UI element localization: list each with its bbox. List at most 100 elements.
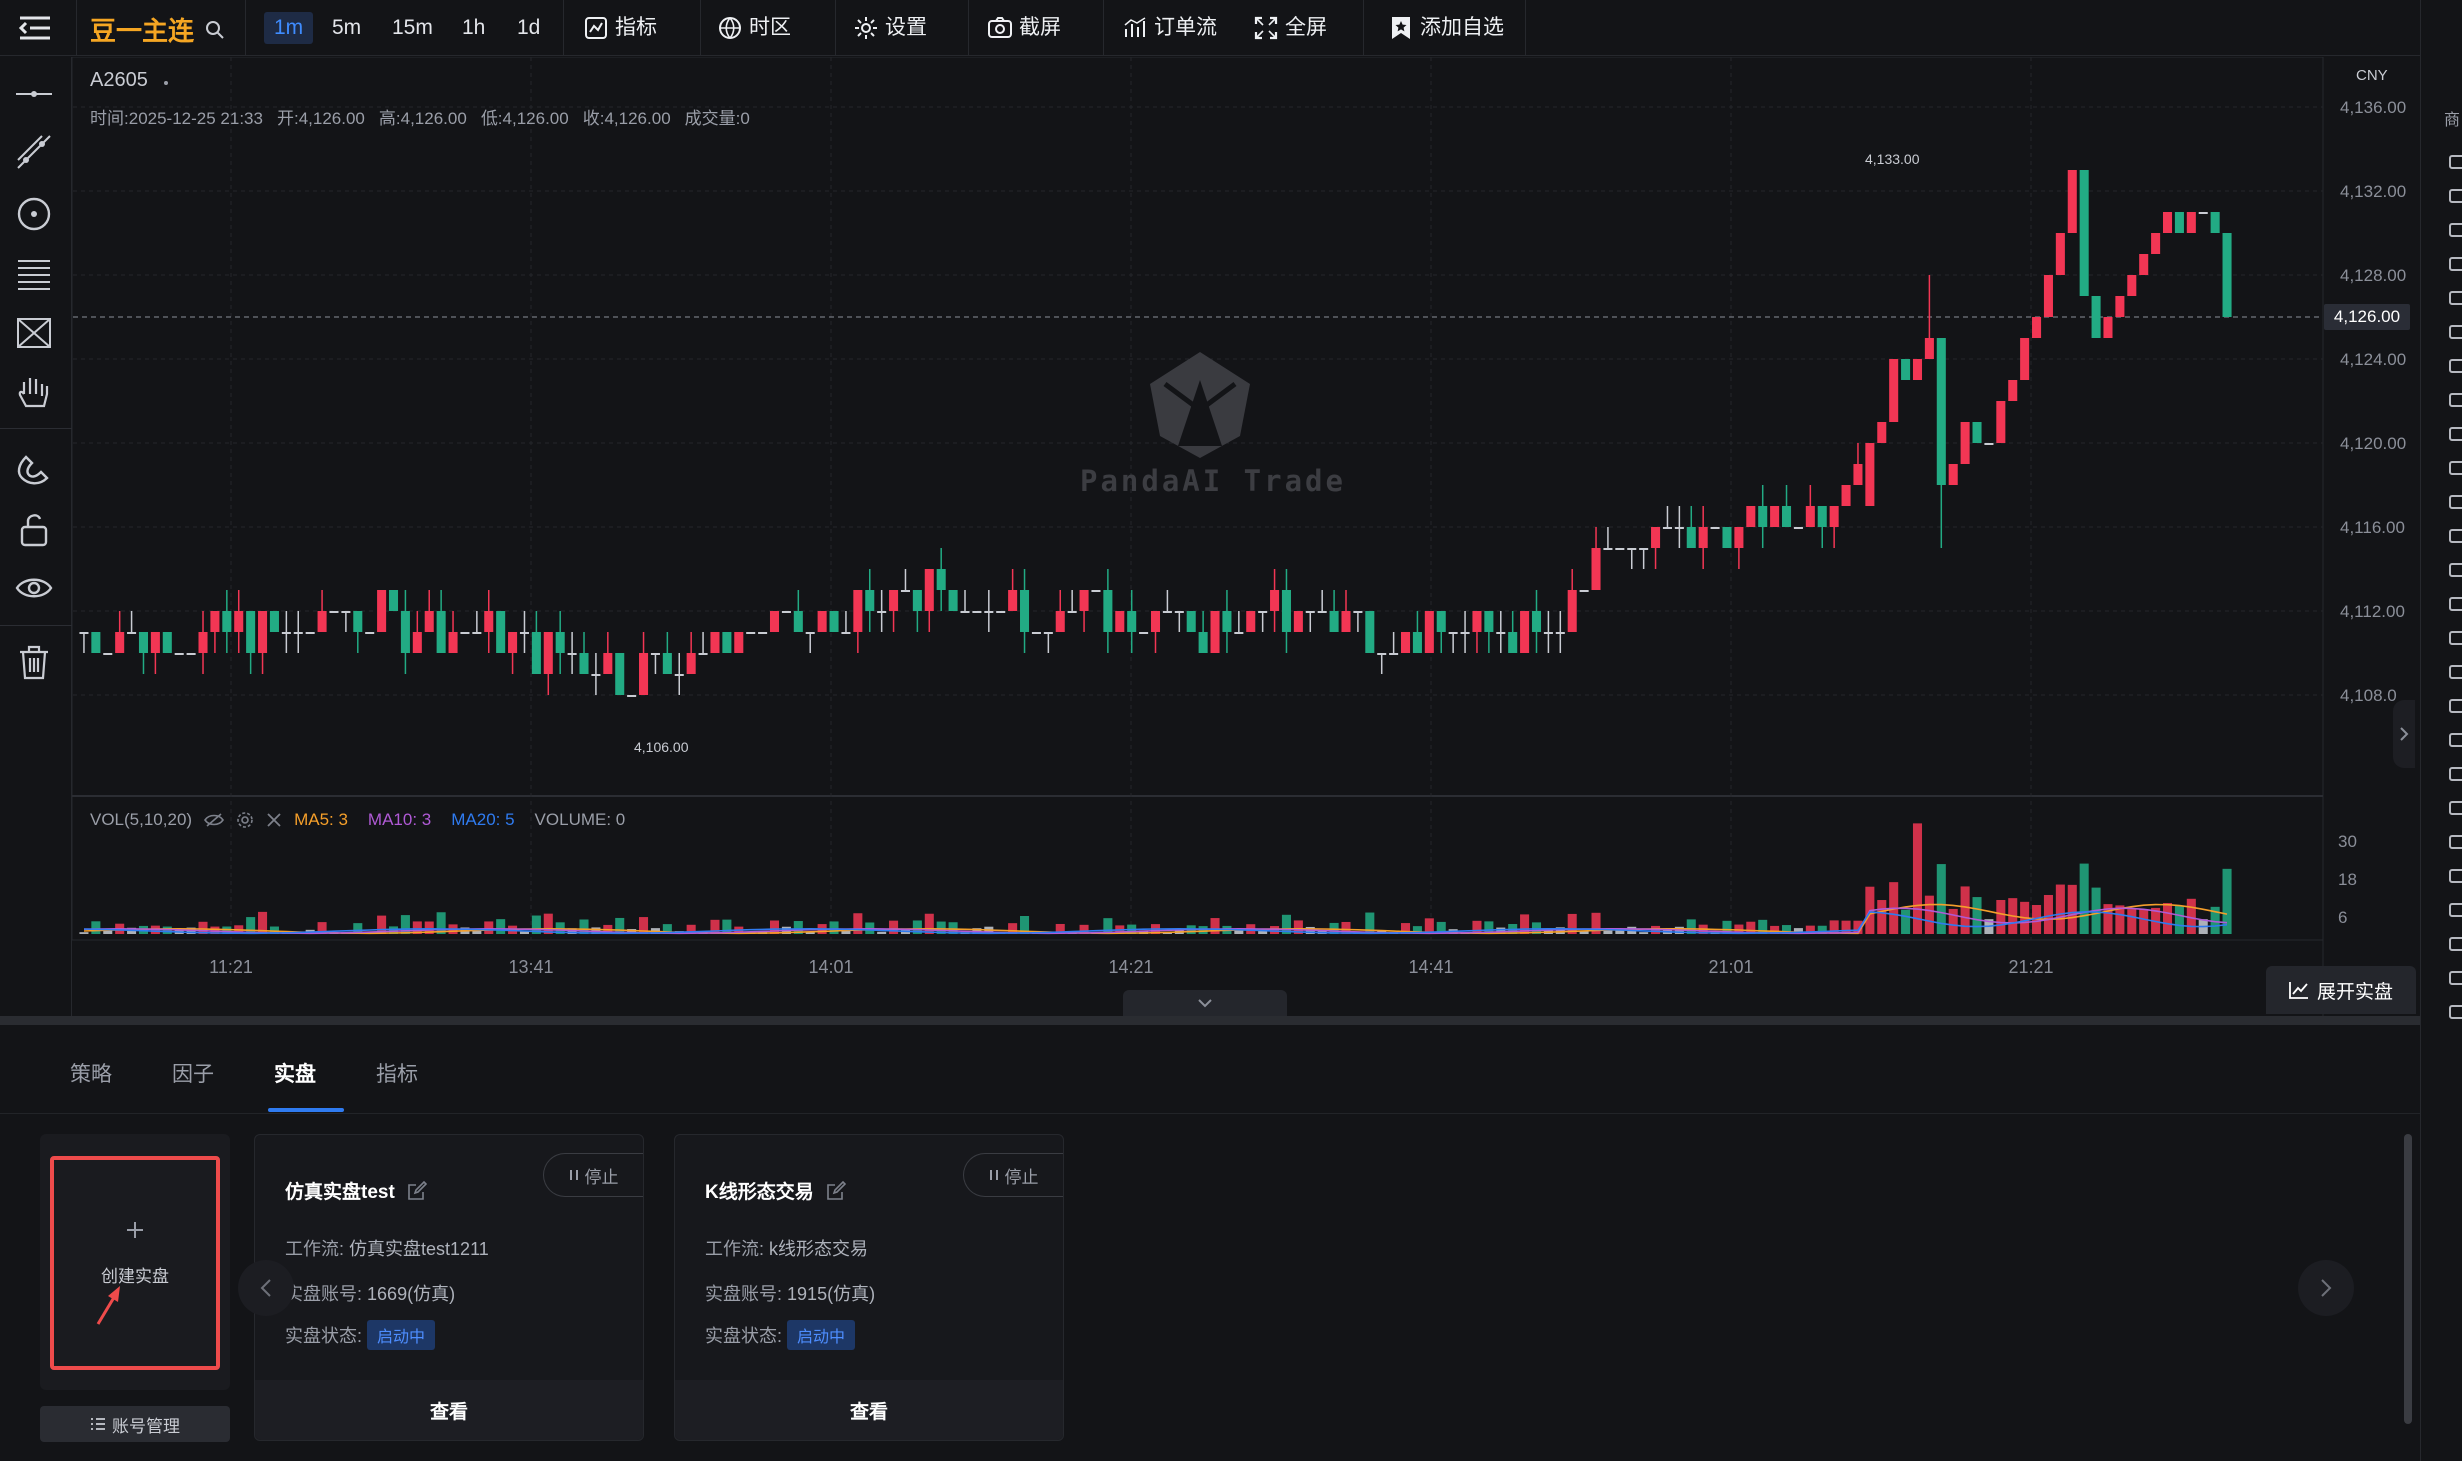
indicators-button[interactable]: 指标	[583, 12, 657, 44]
collapse-panel-handle[interactable]	[1123, 990, 1287, 1016]
timezone-button[interactable]: 时区	[717, 12, 791, 44]
symbol-title[interactable]: 豆一主连	[90, 11, 194, 48]
screenshot-button[interactable]: 截屏	[987, 12, 1061, 44]
candle-body	[1984, 443, 1994, 445]
message-icon[interactable]	[2449, 597, 2462, 611]
candle-body	[496, 611, 506, 653]
volume-bar	[1901, 909, 1911, 934]
price-chart[interactable]	[72, 57, 2462, 1017]
ohlc-legend: 时间:2025-12-25 21:33 开:4,126.00 高:4,126.0…	[90, 104, 750, 129]
add-watchlist-button[interactable]: 添加自选	[1388, 12, 1504, 44]
message-icon[interactable]	[2449, 835, 2462, 849]
timeframe-15m[interactable]: 15m	[382, 12, 443, 44]
candle-body	[1722, 527, 1732, 548]
timeframe-5m[interactable]: 5m	[322, 12, 371, 44]
candle-body	[1198, 632, 1208, 653]
eye-icon[interactable]	[14, 568, 54, 608]
view-button[interactable]: 查看	[255, 1380, 643, 1440]
message-icon[interactable]	[2449, 189, 2462, 203]
close-icon[interactable]	[266, 812, 282, 828]
view-button[interactable]: 查看	[675, 1380, 1063, 1440]
message-icon[interactable]	[2449, 699, 2462, 713]
create-live-card[interactable]: 创建实盘	[40, 1134, 230, 1390]
candle-body	[1912, 359, 1923, 380]
message-icon[interactable]	[2449, 971, 2462, 985]
volume-bar	[924, 913, 934, 934]
message-icon[interactable]	[2449, 903, 2462, 917]
fullscreen-button[interactable]: 全屏	[1253, 12, 1327, 44]
message-icon[interactable]	[2449, 461, 2462, 475]
candle-body	[555, 632, 565, 653]
volume-legend: VOL(5,10,20) MA5: 3 MA10: 3 MA20: 5 VOLU…	[90, 810, 625, 830]
candle-body	[2043, 275, 2053, 317]
message-icon[interactable]	[2449, 495, 2462, 509]
message-icon[interactable]	[2449, 359, 2462, 373]
volume-bar	[1972, 897, 1982, 934]
message-icon[interactable]	[2449, 223, 2462, 237]
tab-live[interactable]: 实盘	[274, 1058, 316, 1088]
settings-button[interactable]: 设置	[853, 12, 927, 44]
menu-icon[interactable]	[18, 14, 52, 42]
message-icon[interactable]	[2449, 325, 2462, 339]
live-card-title: K线形态交易	[705, 1177, 846, 1204]
account-label: 实盘账号:	[705, 1284, 783, 1304]
edit-icon[interactable]	[826, 1180, 846, 1201]
expand-live-button[interactable]: 展开实盘	[2266, 966, 2416, 1014]
message-icon[interactable]	[2449, 733, 2462, 747]
timeframe-1m[interactable]: 1m	[264, 12, 314, 44]
message-icon[interactable]	[2449, 631, 2462, 645]
live-card-title-text: K线形态交易	[705, 1182, 814, 1203]
pattern-tool-icon[interactable]	[14, 313, 54, 353]
indicators-label: 指标	[615, 16, 657, 39]
message-icon[interactable]	[2449, 393, 2462, 407]
candle-body	[734, 632, 744, 653]
message-icon[interactable]	[2449, 563, 2462, 577]
carousel-next-button[interactable]	[2298, 1260, 2354, 1316]
panel-scrollbar[interactable]	[2404, 1134, 2412, 1424]
status-badge: 启动中	[367, 1320, 436, 1350]
current-price-tag: 4,126.00	[2324, 304, 2410, 330]
message-icon[interactable]	[2449, 767, 2462, 781]
horizontal-line-tool-icon[interactable]	[14, 74, 54, 114]
volume-bar	[1639, 932, 1649, 934]
scroll-right-handle[interactable]	[2393, 700, 2415, 768]
eye-slash-icon[interactable]	[204, 812, 225, 828]
stop-button[interactable]: 停止	[543, 1153, 643, 1197]
carousel-prev-button[interactable]	[238, 1260, 294, 1316]
tab-strategy[interactable]: 策略	[70, 1058, 112, 1088]
timeframe-1d[interactable]: 1d	[507, 12, 550, 44]
message-icon[interactable]	[2449, 155, 2462, 169]
message-icon[interactable]	[2449, 291, 2462, 305]
circle-tool-icon[interactable]	[14, 194, 54, 234]
tab-indicator[interactable]: 指标	[376, 1058, 418, 1088]
tab-factor[interactable]: 因子	[172, 1058, 214, 1088]
message-icon[interactable]	[2449, 529, 2462, 543]
active-tab-underline	[268, 1108, 344, 1112]
account-management-button[interactable]: 账号管理	[40, 1406, 230, 1442]
candle-body	[996, 611, 1006, 613]
lock-icon[interactable]	[14, 509, 54, 549]
message-icon[interactable]	[2449, 869, 2462, 883]
stop-button[interactable]: 停止	[963, 1153, 1063, 1197]
chart-line-icon	[2289, 982, 2308, 999]
volume-bar	[496, 919, 506, 934]
message-icon[interactable]	[2449, 937, 2462, 951]
message-icon[interactable]	[2449, 427, 2462, 441]
orderflow-button[interactable]: 订单流	[1122, 12, 1217, 44]
message-icon[interactable]	[2449, 257, 2462, 271]
message-icon[interactable]	[2449, 665, 2462, 679]
chevron-left-icon	[260, 1279, 271, 1297]
symbol-search-icon[interactable]	[205, 20, 225, 40]
gear-icon[interactable]	[236, 811, 254, 829]
edit-icon[interactable]	[407, 1180, 427, 1201]
message-icon[interactable]	[2449, 801, 2462, 815]
trash-icon[interactable]	[14, 642, 54, 682]
fib-lines-tool-icon[interactable]	[14, 253, 54, 293]
candle-body	[1770, 506, 1780, 527]
candle-body	[115, 632, 125, 653]
timeframe-1h[interactable]: 1h	[452, 12, 495, 44]
magnet-tool-icon[interactable]	[14, 448, 54, 488]
message-icon[interactable]	[2449, 1005, 2462, 1019]
trend-line-tool-icon[interactable]	[14, 132, 54, 172]
hand-tool-icon[interactable]	[14, 372, 54, 412]
